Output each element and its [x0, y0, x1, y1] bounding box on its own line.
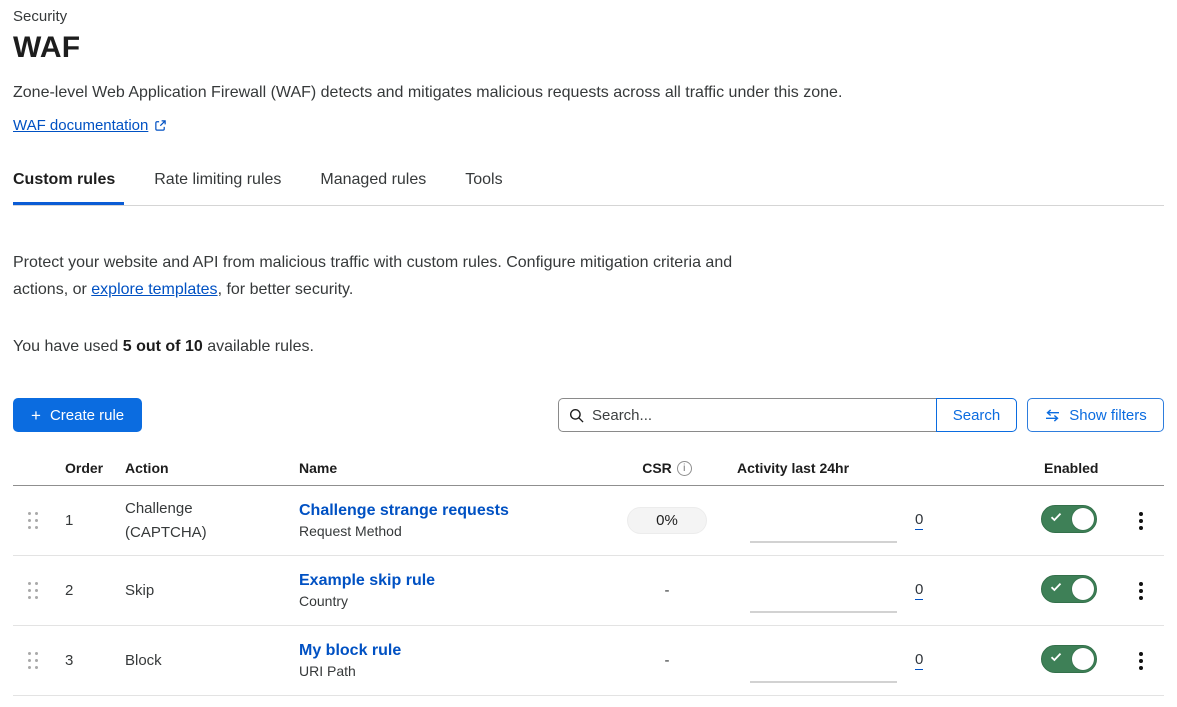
- rule-action-label: Skip: [125, 579, 154, 603]
- tab-rate-limiting-rules[interactable]: Rate limiting rules: [154, 171, 290, 205]
- tab-custom-rules[interactable]: Custom rules: [13, 171, 124, 205]
- usage-summary: You have used 5 out of 10 available rule…: [13, 338, 1164, 356]
- search-group: Search: [558, 398, 1017, 432]
- csr-value: -: [665, 652, 670, 669]
- rule-name-link[interactable]: Challenge strange requests: [299, 502, 617, 520]
- rule-field: Request Method: [299, 523, 617, 539]
- rule-action: Block: [113, 649, 287, 673]
- tab-managed-rules[interactable]: Managed rules: [320, 171, 435, 205]
- search-input[interactable]: [592, 407, 926, 424]
- tab-tools[interactable]: Tools: [465, 171, 511, 205]
- search-box: [558, 398, 936, 432]
- rule-order: 2: [53, 582, 113, 599]
- waf-documentation-label: WAF documentation: [13, 117, 148, 134]
- row-menu-icon[interactable]: [1131, 578, 1151, 604]
- page-title: WAF: [13, 31, 1164, 65]
- rule-action-label: Block: [125, 649, 162, 673]
- drag-handle-icon[interactable]: [28, 512, 38, 529]
- explore-templates-link[interactable]: explore templates: [91, 281, 217, 298]
- check-icon: [1050, 582, 1062, 592]
- search-button[interactable]: Search: [936, 398, 1017, 432]
- toggle-knob: [1072, 508, 1094, 530]
- activity-count-link[interactable]: 0: [915, 581, 923, 600]
- intro-after: , for better security.: [218, 281, 354, 298]
- column-header-order: Order: [53, 460, 113, 476]
- table-row: 2 Skip Example skip rule Country - 0: [13, 556, 1164, 626]
- plus-icon: +: [31, 407, 41, 424]
- table-row: 3 Block My block rule URI Path - 0: [13, 626, 1164, 696]
- enabled-toggle[interactable]: [1041, 575, 1097, 603]
- usage-count: 5 out of 10: [123, 338, 203, 355]
- table-row: 1 Challenge (CAPTCHA) Challenge strange …: [13, 486, 1164, 556]
- rule-field: URI Path: [299, 663, 617, 679]
- table-header: Order Action Name CSR i Activity last 24…: [13, 460, 1164, 486]
- waf-page: Security WAF Zone-level Web Application …: [0, 0, 1177, 696]
- page-description: Zone-level Web Application Firewall (WAF…: [13, 84, 1164, 102]
- create-rule-label: Create rule: [50, 407, 124, 424]
- tab-bar: Custom rules Rate limiting rules Managed…: [13, 171, 1164, 206]
- row-menu-icon[interactable]: [1131, 508, 1151, 534]
- drag-handle-icon[interactable]: [28, 582, 38, 599]
- search-icon: [569, 408, 592, 423]
- toggle-knob: [1072, 578, 1094, 600]
- rule-order: 1: [53, 512, 113, 529]
- swap-arrows-icon: [1044, 409, 1061, 422]
- rule-field: Country: [299, 593, 617, 609]
- activity-count-link[interactable]: 0: [915, 651, 923, 670]
- enabled-toggle[interactable]: [1041, 505, 1097, 533]
- external-link-icon: [154, 119, 167, 132]
- create-rule-button[interactable]: + Create rule: [13, 398, 142, 432]
- column-header-csr: CSR i: [617, 460, 717, 476]
- rule-action: Challenge (CAPTCHA): [113, 497, 287, 545]
- rule-action-label: Challenge (CAPTCHA): [125, 497, 250, 545]
- toggle-knob: [1072, 648, 1094, 670]
- rules-toolbar: + Create rule Search Show filters: [13, 398, 1164, 432]
- activity-sparkline: [750, 583, 897, 613]
- enabled-toggle[interactable]: [1041, 645, 1097, 673]
- column-header-action: Action: [113, 460, 287, 476]
- show-filters-label: Show filters: [1069, 407, 1147, 424]
- breadcrumb-security: Security: [13, 8, 1164, 25]
- rule-action: Skip: [113, 579, 287, 603]
- rule-name-link[interactable]: My block rule: [299, 642, 617, 660]
- rule-name-link[interactable]: Example skip rule: [299, 572, 617, 590]
- usage-suffix: available rules.: [203, 338, 314, 355]
- show-filters-button[interactable]: Show filters: [1027, 398, 1164, 432]
- csr-badge: 0%: [627, 507, 707, 534]
- csr-header-label: CSR: [642, 460, 672, 476]
- usage-prefix: You have used: [13, 338, 123, 355]
- row-menu-icon[interactable]: [1131, 648, 1151, 674]
- activity-sparkline: [750, 653, 897, 683]
- activity-sparkline: [750, 513, 897, 543]
- column-header-activity: Activity last 24hr: [717, 460, 998, 476]
- csr-value: -: [665, 582, 670, 599]
- check-icon: [1050, 512, 1062, 522]
- activity-count-link[interactable]: 0: [915, 511, 923, 530]
- waf-documentation-link[interactable]: WAF documentation: [13, 117, 167, 134]
- info-icon[interactable]: i: [677, 461, 692, 476]
- rule-order: 3: [53, 652, 113, 669]
- intro-text: Protect your website and API from malici…: [13, 249, 758, 303]
- column-header-name: Name: [287, 460, 617, 476]
- check-icon: [1050, 652, 1062, 662]
- column-header-enabled: Enabled: [998, 460, 1118, 476]
- drag-handle-icon[interactable]: [28, 652, 38, 669]
